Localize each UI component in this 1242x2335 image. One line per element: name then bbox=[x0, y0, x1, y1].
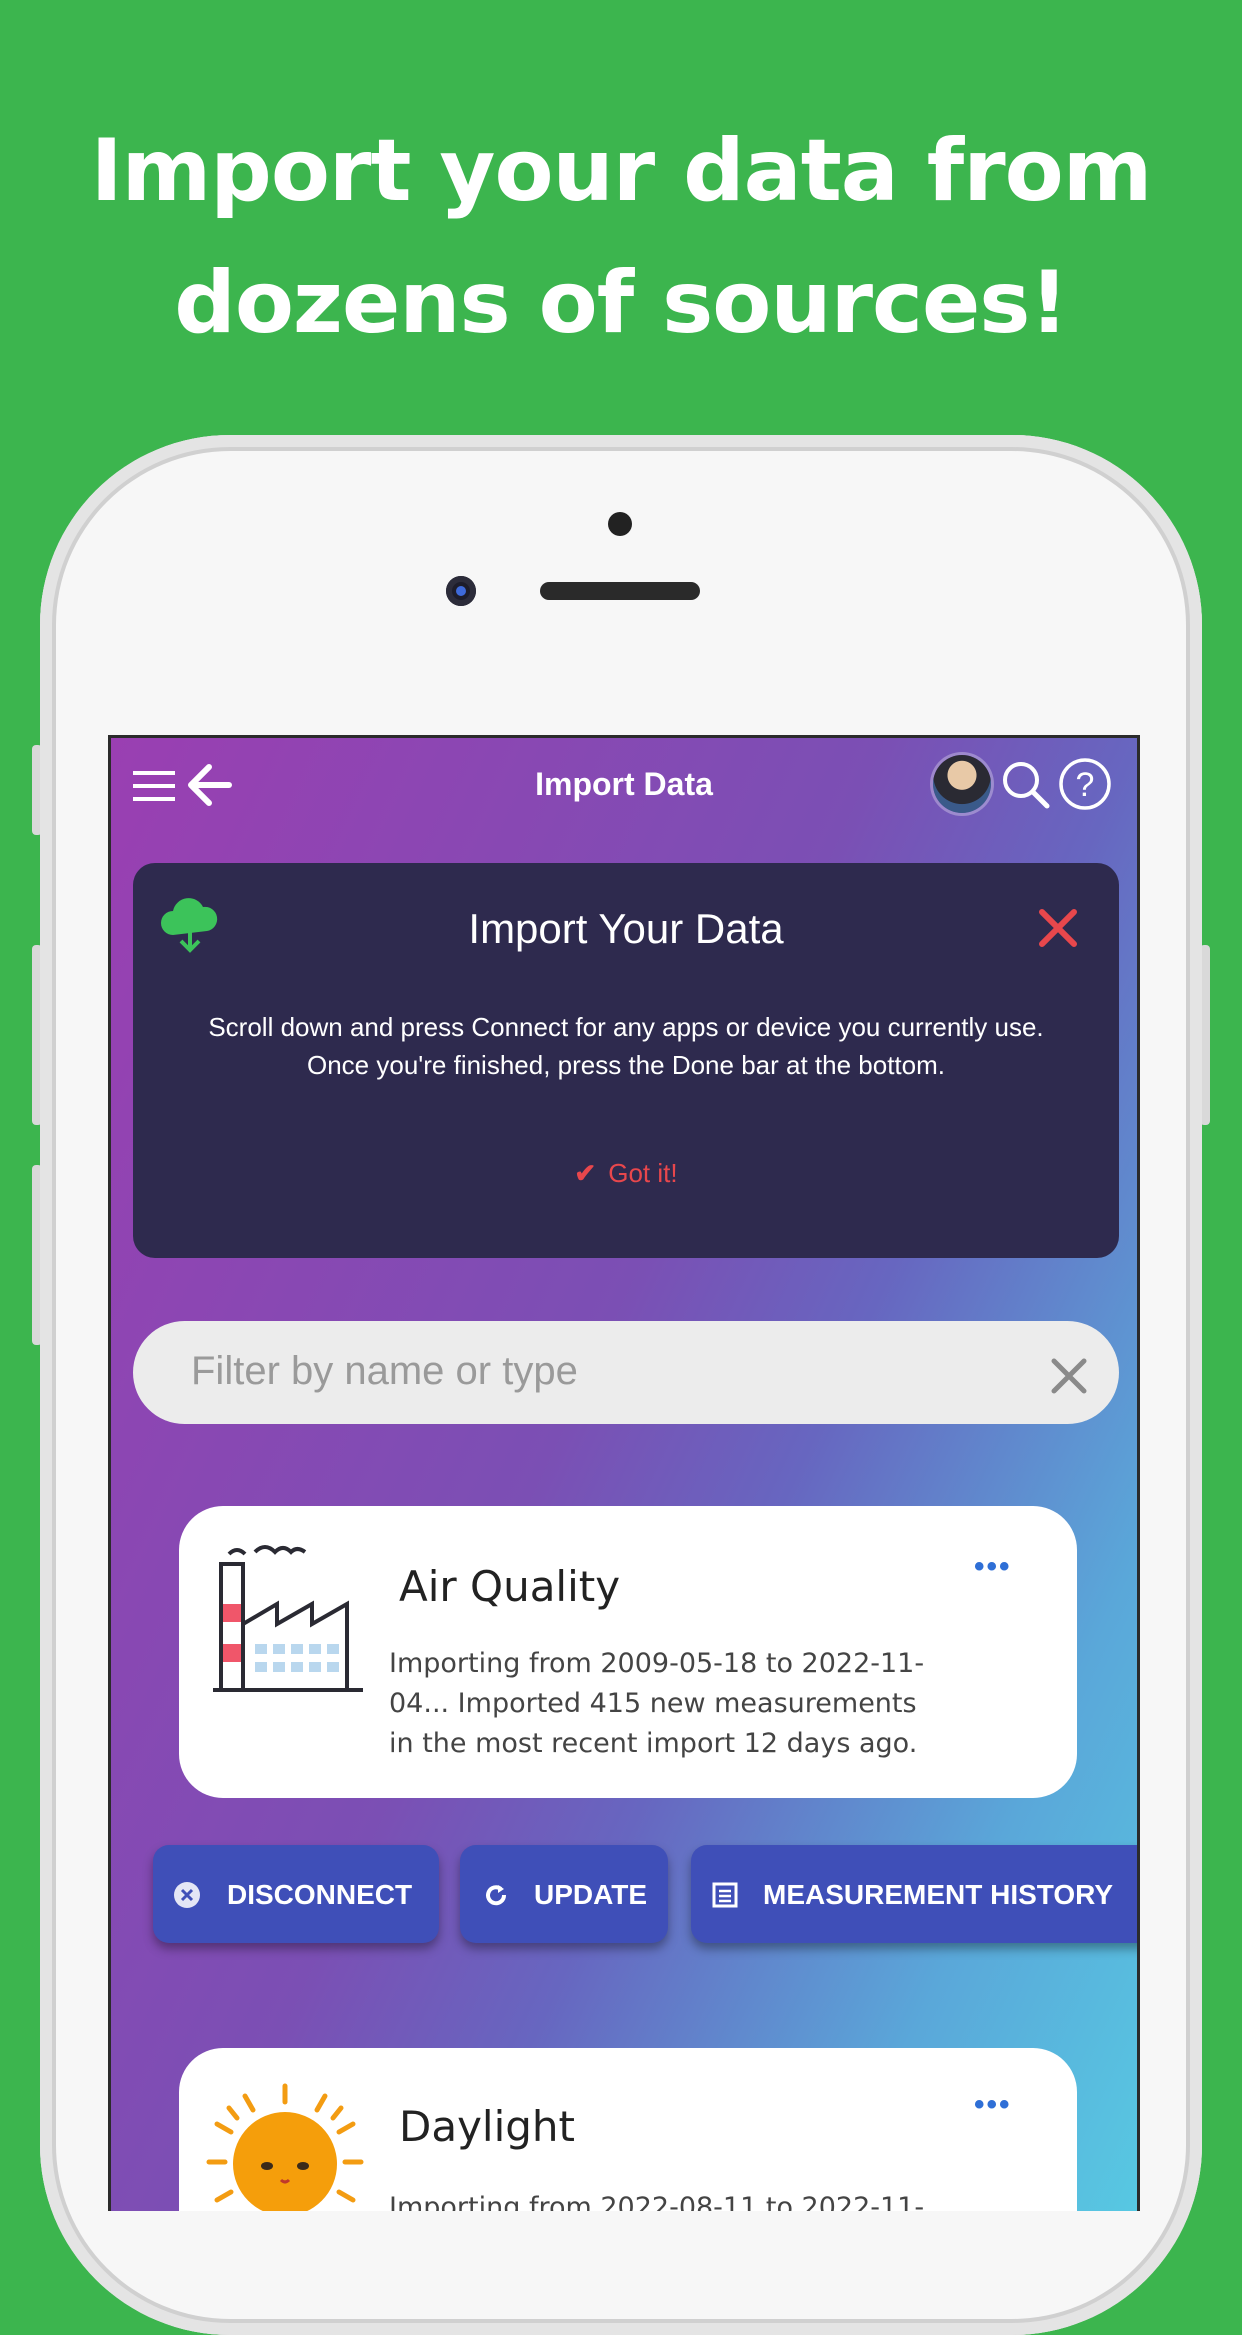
measurement-history-button[interactable]: MEASUREMENT HISTORY bbox=[691, 1845, 1137, 1943]
clear-filter-icon[interactable] bbox=[1050, 1357, 1088, 1395]
connector-card-daylight[interactable]: Daylight ••• Importing from 2022-08-11 t… bbox=[179, 2048, 1077, 2211]
connector-card-air-quality[interactable]: Air Quality ••• Importing from 2009-05-1… bbox=[179, 1506, 1077, 1798]
more-options-icon[interactable]: ••• bbox=[974, 1550, 1012, 1584]
import-info-card: Import Your Data Scroll down and press C… bbox=[133, 863, 1119, 1258]
disconnect-icon bbox=[174, 1882, 200, 1908]
front-camera bbox=[446, 576, 476, 606]
got-it-label: Got it! bbox=[608, 1158, 678, 1188]
headline: Import your data from dozens of sources! bbox=[0, 105, 1242, 369]
info-card-title: Import Your Data bbox=[468, 905, 784, 952]
avatar[interactable] bbox=[933, 755, 991, 813]
list-icon bbox=[712, 1882, 738, 1908]
connector-description: Importing from 2009-05-18 to 2022-11-04.… bbox=[389, 1648, 925, 1759]
info-card-line-2: Once you're finished, press the Done bar… bbox=[307, 1050, 945, 1080]
search-icon[interactable] bbox=[999, 758, 1051, 810]
connector-name: Air Quality bbox=[399, 1562, 621, 1611]
measurement-history-label: MEASUREMENT HISTORY bbox=[763, 1879, 1114, 1910]
top-bar: Import Data ? bbox=[111, 738, 1137, 834]
info-card-line-1: Scroll down and press Connect for any ap… bbox=[208, 1012, 1044, 1042]
info-card-text: Scroll down and press Connect for any ap… bbox=[173, 1008, 1079, 1084]
app-screen: Import Data ? Import Your Data Scroll do… bbox=[108, 735, 1140, 2211]
refresh-icon bbox=[486, 1885, 507, 1906]
update-label: UPDATE bbox=[534, 1879, 648, 1910]
earpiece-speaker bbox=[540, 582, 700, 600]
filter-input[interactable]: Filter by name or type bbox=[133, 1321, 1119, 1424]
close-icon[interactable] bbox=[1038, 908, 1078, 948]
filter-placeholder: Filter by name or type bbox=[191, 1349, 578, 1393]
headline-line-2: dozens of sources! bbox=[174, 253, 1068, 353]
sun-icon bbox=[206, 2083, 364, 2211]
got-it-button[interactable]: ✔ Got it! bbox=[133, 1158, 1119, 1189]
headline-line-1: Import your data from bbox=[90, 121, 1153, 221]
help-icon[interactable]: ? bbox=[1057, 756, 1113, 812]
disconnect-button[interactable]: DISCONNECT bbox=[153, 1845, 439, 1943]
factory-icon bbox=[213, 1545, 363, 1692]
proximity-sensor bbox=[608, 512, 632, 536]
svg-text:?: ? bbox=[1076, 766, 1095, 804]
disconnect-label: DISCONNECT bbox=[227, 1879, 413, 1910]
more-options-icon[interactable]: ••• bbox=[974, 2088, 1012, 2122]
connector-name: Daylight bbox=[399, 2102, 576, 2151]
update-button[interactable]: UPDATE bbox=[460, 1845, 668, 1943]
check-icon: ✔ bbox=[574, 1158, 597, 1188]
